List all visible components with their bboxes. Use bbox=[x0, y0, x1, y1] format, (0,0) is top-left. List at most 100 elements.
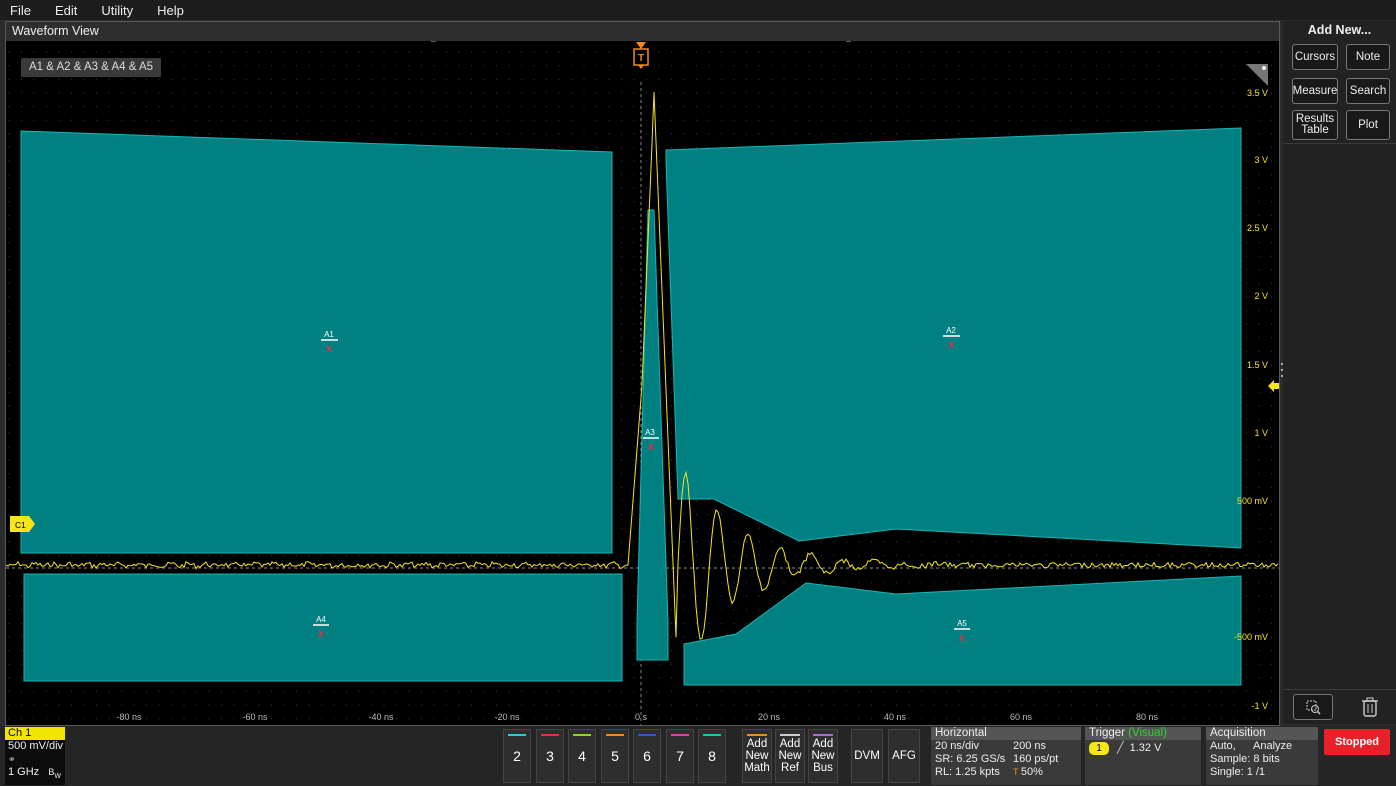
menu-utility[interactable]: Utility bbox=[91, 3, 147, 18]
trigger-title-row: Trigger (Visual) bbox=[1085, 727, 1201, 740]
y-axis-label: 1.5 V bbox=[1247, 360, 1268, 370]
horizontal-row-3: RL: 1.25 kpts T 50% bbox=[931, 766, 1081, 779]
channel-3-button[interactable]: 3 bbox=[536, 729, 564, 783]
area-x-icon: x bbox=[326, 343, 333, 355]
measure-button[interactable]: Measure bbox=[1292, 78, 1338, 104]
area-label-a3: A3 bbox=[645, 428, 655, 437]
horizontal-title: Horizontal bbox=[931, 727, 1081, 740]
waveform-canvas[interactable]: 3.5 V 3 V 2.5 V 2 V 1.5 V 1 V 500 mV -500 mV -1 … bbox=[6, 22, 1279, 725]
acquisition-sample: Sample: 8 bits bbox=[1210, 753, 1280, 765]
channel-1-bandwidth-row: 1 GHz BW bbox=[5, 766, 65, 783]
area-x-icon: x bbox=[648, 441, 655, 453]
channel-2-button[interactable]: 2 bbox=[503, 729, 531, 783]
area-x-icon: x bbox=[959, 632, 966, 644]
menu-edit[interactable]: Edit bbox=[45, 3, 91, 18]
mask-area-a1[interactable] bbox=[20, 130, 613, 554]
waveform-view-title: Waveform View bbox=[12, 24, 99, 38]
sidebar-divider bbox=[1283, 689, 1396, 690]
cursors-button[interactable]: Cursors bbox=[1292, 44, 1338, 70]
channel-1-label: Ch 1 bbox=[5, 727, 65, 740]
acquisition-row-1: Auto, Analyze bbox=[1206, 740, 1318, 753]
channel-1-bandwidth: 1 GHz bbox=[8, 766, 40, 778]
record-length: RL: 1.25 kpts bbox=[935, 766, 1000, 778]
x-axis-label: -20 ns bbox=[494, 712, 520, 722]
channel-7-button[interactable]: 7 bbox=[666, 729, 694, 783]
add-new-title: Add New... bbox=[1307, 23, 1372, 37]
search-button[interactable]: Search bbox=[1346, 78, 1390, 104]
afg-button[interactable]: AFG bbox=[888, 729, 920, 783]
channel-6-button[interactable]: 6 bbox=[633, 729, 661, 783]
probe-icon: ⚭ bbox=[8, 754, 16, 764]
trigger-mode: (Visual) bbox=[1128, 727, 1167, 739]
y-axis-label: 2 V bbox=[1254, 291, 1268, 301]
y-axis-label: 2.5 V bbox=[1247, 223, 1268, 233]
x-axis-label: 40 ns bbox=[884, 712, 907, 722]
area-label-a2: A2 bbox=[946, 326, 956, 335]
acquisition-panel[interactable]: Acquisition Auto, Analyze Sample: 8 bits … bbox=[1206, 727, 1318, 785]
results-sidebar: Add New... Cursors Note Measure Search R… bbox=[1283, 21, 1396, 724]
trigger-panel[interactable]: Trigger (Visual) 1 ╱ 1.32 V bbox=[1085, 727, 1201, 785]
x-axis-label: -80 ns bbox=[116, 712, 142, 722]
menu-file[interactable]: File bbox=[0, 3, 45, 18]
y-axis-label: -1 V bbox=[1251, 701, 1268, 711]
y-axis-label: 3.5 V bbox=[1247, 88, 1268, 98]
sample-rate: SR: 6.25 GS/s bbox=[935, 753, 1006, 765]
area-x-icon: x bbox=[318, 628, 325, 640]
settings-bar: Ch 1 500 mV/div ⚭ 1 GHz BW 2 3 4 5 6 7 8… bbox=[0, 726, 1396, 786]
x-axis-label: 0 s bbox=[635, 712, 648, 722]
y-axis-label: 500 mV bbox=[1237, 496, 1268, 506]
time-per-point: 160 ps/pt bbox=[1013, 753, 1059, 765]
menu-bar: File Edit Utility Help bbox=[0, 0, 1396, 20]
area-label-a4: A4 bbox=[316, 615, 326, 624]
area-label-a1: A1 bbox=[324, 330, 334, 339]
trigger-position-icon: T bbox=[1013, 767, 1021, 777]
area-x-icon: x bbox=[948, 339, 955, 351]
mask-area-a2[interactable] bbox=[665, 127, 1242, 549]
acquisition-analyze: Analyze bbox=[1253, 740, 1293, 752]
trigger-title: Trigger bbox=[1089, 727, 1125, 739]
horizontal-scale: 20 ns/div bbox=[935, 740, 980, 752]
x-axis-label: -60 ns bbox=[242, 712, 268, 722]
rising-edge-icon: ╱ bbox=[1117, 742, 1124, 754]
acquisition-mode: Auto, bbox=[1210, 740, 1236, 752]
channel-4-button[interactable]: 4 bbox=[568, 729, 596, 783]
horizontal-panel[interactable]: Horizontal 20 ns/div 200 ns SR: 6.25 GS/s… bbox=[931, 727, 1081, 785]
channel-8-button[interactable]: 8 bbox=[698, 729, 726, 783]
trigger-source: 1 bbox=[1089, 742, 1109, 755]
trigger-settings-row: 1 ╱ 1.32 V bbox=[1085, 742, 1201, 755]
trigger-position-percent: T 50% bbox=[1013, 766, 1043, 778]
horizontal-row-1: 20 ns/div 200 ns bbox=[931, 740, 1081, 753]
note-button[interactable]: Note bbox=[1346, 44, 1390, 70]
horizontal-position: 200 ns bbox=[1013, 740, 1047, 752]
channel-1-scale: 500 mV/div bbox=[8, 740, 64, 752]
add-new-ref-button[interactable]: Add New Ref bbox=[775, 729, 805, 783]
acquisition-title: Acquisition bbox=[1206, 727, 1318, 740]
sidebar-divider bbox=[1283, 143, 1396, 144]
acquisition-single: Single: 1 /1 bbox=[1210, 766, 1266, 778]
trigger-marker-label: T bbox=[638, 53, 644, 64]
menu-help[interactable]: Help bbox=[147, 3, 198, 18]
channel-5-button[interactable]: 5 bbox=[601, 729, 629, 783]
zoom-icon[interactable] bbox=[1293, 694, 1333, 720]
x-axis-label: 20 ns bbox=[758, 712, 781, 722]
channel-1-badge[interactable]: Ch 1 500 mV/div ⚭ 1 GHz BW bbox=[5, 727, 65, 785]
waveform-view[interactable]: 3.5 V 3 V 2.5 V 2 V 1.5 V 1 V 500 mV -500 mV -1 … bbox=[5, 21, 1280, 726]
source-badge[interactable]: A1 & A2 & A3 & A4 & A5 bbox=[21, 58, 162, 77]
add-new-bus-button[interactable]: Add New Bus bbox=[808, 729, 838, 783]
trash-icon[interactable] bbox=[1357, 694, 1383, 720]
area-label-a5: A5 bbox=[957, 619, 967, 628]
bandwidth-limit-icon: BW bbox=[48, 767, 61, 780]
channel-marker-label: C1 bbox=[15, 520, 26, 530]
run-stop-status-button[interactable]: Stopped bbox=[1324, 729, 1390, 755]
horizontal-row-2: SR: 6.25 GS/s 160 ps/pt bbox=[931, 753, 1081, 766]
x-axis-label: 80 ns bbox=[1136, 712, 1159, 722]
trigger-level: 1.32 V bbox=[1129, 742, 1162, 754]
results-table-button[interactable]: Results Table bbox=[1292, 110, 1338, 140]
y-axis-label: 3 V bbox=[1254, 155, 1268, 165]
x-axis-label: 60 ns bbox=[1010, 712, 1033, 722]
y-axis-label: -500 mV bbox=[1234, 632, 1268, 642]
add-new-math-button[interactable]: Add New Math bbox=[742, 729, 772, 783]
plot-button[interactable]: Plot bbox=[1346, 110, 1390, 140]
x-axis-label: -40 ns bbox=[368, 712, 394, 722]
dvm-button[interactable]: DVM bbox=[851, 729, 883, 783]
